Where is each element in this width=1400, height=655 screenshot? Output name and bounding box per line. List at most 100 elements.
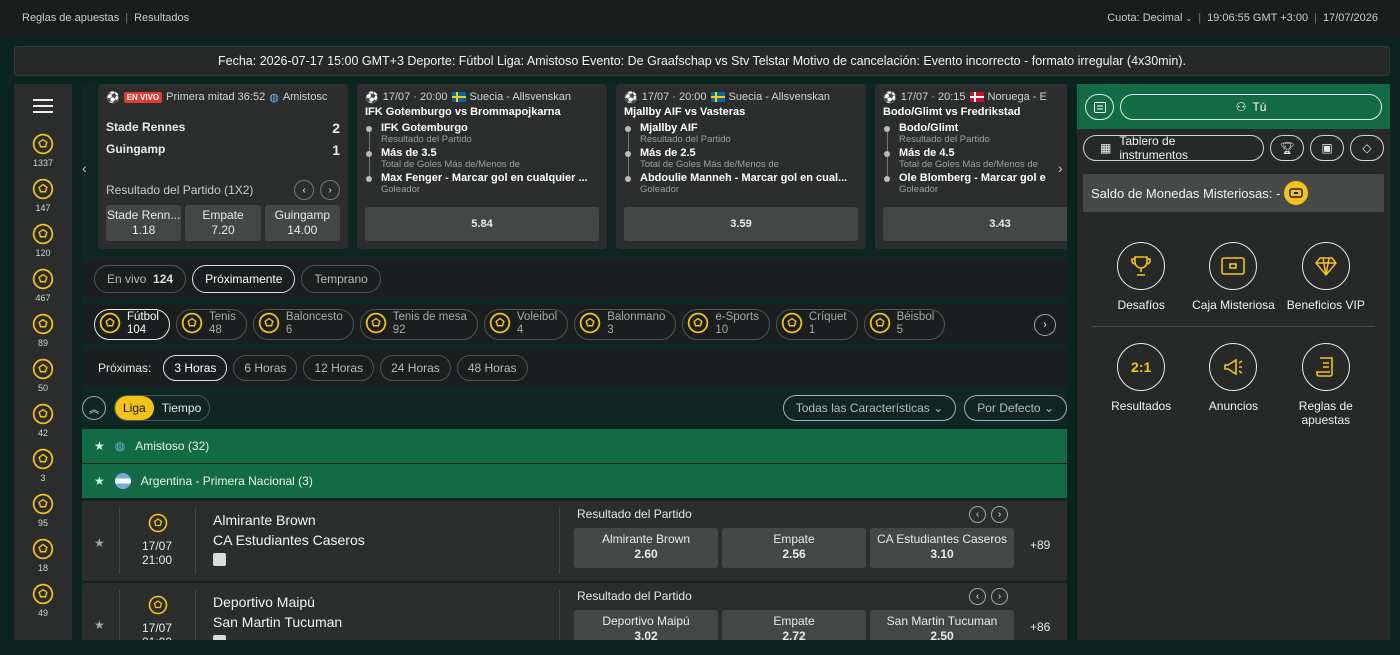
hours-option[interactable]: 12 Horas	[303, 355, 375, 381]
odd-button[interactable]: San Martin Tucuman 2.50	[870, 610, 1014, 640]
odd-button[interactable]: Almirante Brown 2.60	[574, 528, 718, 568]
menu-icon[interactable]	[14, 84, 72, 128]
volleyball-icon	[32, 313, 54, 338]
next-arrow-icon[interactable]: ›	[991, 506, 1008, 523]
bet-builder-card[interactable]: ⚽ 17/07 · 20:15 Noruega - E Bodo/Glimt vs …	[875, 84, 1067, 249]
prev-arrow-icon[interactable]: ‹	[969, 506, 986, 523]
hours-option[interactable]: 24 Horas	[380, 355, 451, 381]
carousel-next-icon[interactable]: ›	[1058, 160, 1067, 176]
sport-filter-1[interactable]: Tenis 48	[175, 308, 247, 340]
featured-card-live[interactable]: ⚽ EN VIVO Primera mitad 36:52 ◍ Amistosc…	[98, 84, 348, 249]
prev-arrow-icon[interactable]: ‹	[969, 588, 986, 605]
hours-option[interactable]: 6 Horas	[233, 355, 298, 381]
carousel-prev-icon[interactable]: ‹	[82, 160, 94, 176]
user-button[interactable]: ⚇ Tú	[1120, 93, 1382, 120]
more-markets-link[interactable]: +89	[1030, 538, 1050, 552]
announcements-button[interactable]: Anuncios	[1188, 343, 1278, 427]
league-name: Noruega - E	[987, 91, 1047, 103]
default-sort-dropdown[interactable]: Por Defecto ⌄	[964, 395, 1067, 421]
sidebar-sport-0[interactable]: 1337	[14, 128, 72, 173]
sport-filter-7[interactable]: Críquet 1	[775, 308, 858, 340]
early-filter[interactable]: Temprano	[301, 265, 381, 293]
mystery-box-icon[interactable]: ▣	[1310, 134, 1345, 161]
sidebar-sport-3[interactable]: 467	[14, 263, 72, 308]
sport-icon	[489, 312, 511, 337]
stats-icon[interactable]	[213, 553, 226, 566]
bet-builder-card[interactable]: ⚽ 17/07 · 20:00 Suecia - Allsvenskan IFK G…	[357, 84, 607, 249]
league-name: Argentina - Primera Nacional (3)	[140, 474, 313, 488]
bet-builder-card[interactable]: ⚽ 17/07 · 20:00 Suecia - Allsvenskan Mjall…	[616, 84, 866, 249]
stats-icon[interactable]	[213, 635, 226, 640]
sidebar-sport-7[interactable]: 3	[14, 443, 72, 488]
betting-rules-link[interactable]: Reglas de apuestas	[22, 12, 119, 24]
event-row[interactable]: ★ 17/0721:00 Deportivo Maipú San Martin …	[82, 583, 1067, 640]
results-link[interactable]: Resultados	[134, 12, 189, 24]
odd-button[interactable]: 5.84	[365, 207, 599, 241]
dashboard-button[interactable]: ▦ Tablero de instrumentos	[1083, 134, 1265, 162]
sport-filter-3[interactable]: Tenis de mesa 92	[359, 308, 478, 340]
results-button[interactable]: 2:1 Resultados	[1096, 343, 1186, 427]
odd-button[interactable]: Empate 2.72	[722, 610, 866, 640]
odds-format-select[interactable]: Decimal	[1143, 12, 1183, 24]
star-icon[interactable]: ★	[94, 618, 105, 632]
features-dropdown[interactable]: Todas las Características ⌄	[782, 395, 957, 421]
hours-option[interactable]: 3 Horas	[163, 355, 228, 381]
odd-button[interactable]: 3.59	[624, 207, 858, 241]
sort-by-time[interactable]: Tiempo	[154, 396, 210, 420]
sidebar-sport-9[interactable]: 18	[14, 533, 72, 578]
odd-button[interactable]: Guingamp 14.00	[264, 205, 340, 241]
odd-button[interactable]: Deportivo Maipú 3.02	[574, 610, 718, 640]
calendar-icon[interactable]	[1085, 93, 1114, 120]
sidebar-sport-2[interactable]: 120	[14, 218, 72, 263]
hours-option[interactable]: 48 Horas	[456, 355, 528, 381]
sidebar-sport-6[interactable]: 42	[14, 398, 72, 443]
odd-button[interactable]: 3.43	[883, 207, 1067, 241]
more-markets-link[interactable]: +86	[1030, 620, 1050, 634]
challenges-button[interactable]: Desafíos	[1096, 242, 1186, 312]
odd-button[interactable]: Empate 2.56	[722, 528, 866, 568]
sidebar-sport-5[interactable]: 50	[14, 353, 72, 398]
mystery-box-button[interactable]: Caja Misteriosa	[1188, 242, 1278, 312]
league-header[interactable]: ★ ◍ Amistoso (32)	[82, 429, 1067, 463]
sidebar-sport-8[interactable]: 95	[14, 488, 72, 533]
league-header[interactable]: ★ Argentina - Primera Nacional (3)	[82, 464, 1067, 498]
sport-count: 95	[37, 518, 48, 528]
live-filter[interactable]: En vivo 124	[94, 265, 187, 293]
sport-icon	[869, 312, 891, 337]
sidebar-sport-4[interactable]: 89	[14, 308, 72, 353]
more-sports-icon[interactable]: ›	[1034, 314, 1056, 336]
sport-filter-6[interactable]: e-Sports 10	[682, 308, 770, 340]
star-icon[interactable]: ★	[94, 474, 105, 488]
odd-button[interactable]: Empate 7.20	[185, 205, 261, 241]
prev-arrow-icon[interactable]: ‹	[294, 180, 314, 200]
betting-rules-button[interactable]: Reglas de apuestas	[1281, 343, 1371, 427]
collapse-all-icon[interactable]: ︽	[82, 396, 106, 420]
diamond-icon[interactable]: ◇	[1350, 134, 1384, 161]
star-icon[interactable]: ★	[94, 536, 105, 550]
chevron-down-icon[interactable]: ⌄	[1186, 14, 1193, 23]
home-team: Stade Rennes	[106, 120, 186, 134]
sport-filter-0[interactable]: Fútbol 104	[94, 308, 170, 340]
sport-filter-4[interactable]: Voleibol 4	[483, 308, 569, 340]
market-title: Resultado del Partido (1X2)	[106, 183, 254, 197]
next-arrow-icon[interactable]: ›	[991, 588, 1008, 605]
trophy-icon[interactable]: 🏆︎	[1270, 134, 1305, 161]
vip-benefits-button[interactable]: Beneficios VIP	[1281, 242, 1371, 312]
upcoming-filter[interactable]: Próximamente	[192, 265, 296, 293]
star-icon[interactable]: ★	[94, 439, 105, 453]
home-team: Deportivo Maipú	[213, 594, 315, 610]
sort-by-league[interactable]: Liga	[115, 396, 154, 420]
sport-icon	[365, 312, 387, 337]
flag-icon	[969, 92, 984, 102]
event-row[interactable]: ★ 17/07 21:00 Almirante Brown CA Estudian…	[82, 501, 1067, 581]
odd-button[interactable]: CA Estudiantes Caseros 3.10	[870, 528, 1014, 568]
odd-button[interactable]: Stade Renn... 1.18	[106, 205, 182, 241]
next-arrow-icon[interactable]: ›	[320, 180, 340, 200]
sport-filter-8[interactable]: Béisbol 5	[863, 308, 946, 340]
sidebar-sport-1[interactable]: 147	[14, 173, 72, 218]
sport-filter-2[interactable]: Baloncesto 6	[252, 308, 354, 340]
current-date: 17/07/2026	[1322, 12, 1378, 24]
soccer-icon: ⚽	[106, 91, 120, 104]
sidebar-sport-10[interactable]: 49	[14, 578, 72, 623]
sport-filter-5[interactable]: Balonmano 3	[574, 308, 677, 340]
